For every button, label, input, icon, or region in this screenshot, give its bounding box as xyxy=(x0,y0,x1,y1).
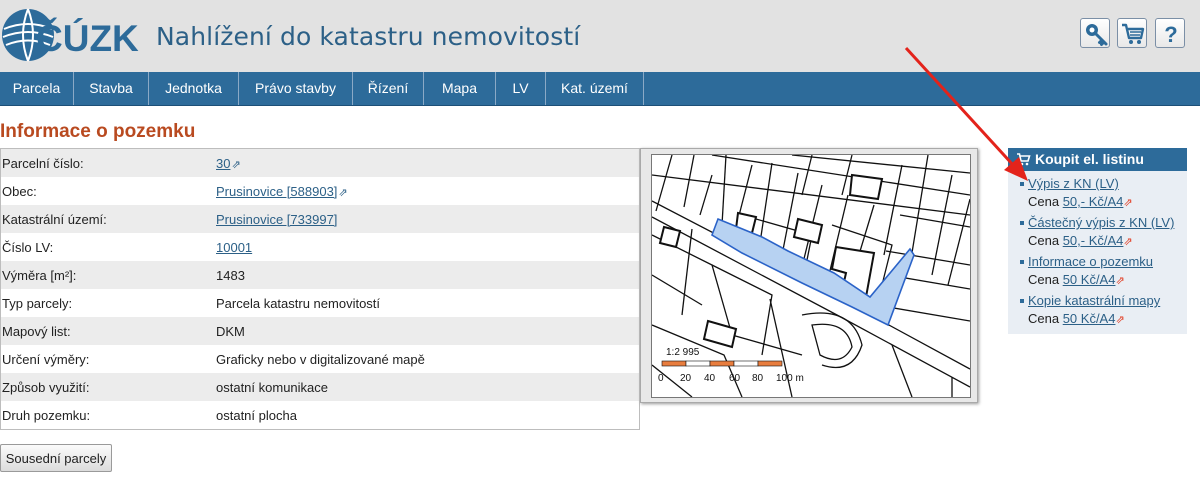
page-title: Informace o pozemku xyxy=(0,121,196,142)
svg-text:100 m: 100 m xyxy=(776,373,804,384)
cadastral-map[interactable]: 1:2 995 0 20 40 60 80 100 m xyxy=(651,154,971,398)
bullet xyxy=(1020,221,1024,225)
row-value: 1483 xyxy=(216,268,245,283)
svg-text:1:2 995: 1:2 995 xyxy=(666,347,700,358)
nav-mapa[interactable]: Mapa xyxy=(424,72,496,105)
logo-text: ČÚZK xyxy=(36,17,139,59)
obec-link[interactable]: Prusinovice [588903] xyxy=(216,184,337,199)
neighbor-parcels-button[interactable]: Sousední parcely xyxy=(0,444,112,472)
nav-jednotka[interactable]: Jednotka xyxy=(149,72,239,105)
row-value: ostatní plocha xyxy=(216,408,297,423)
svg-text:?: ? xyxy=(1164,22,1177,47)
external-link-icon[interactable]: ⇗ xyxy=(1115,275,1124,287)
annotation-arrow xyxy=(904,46,1028,181)
price-link[interactable]: 50 Kč/A4 xyxy=(1063,272,1116,287)
lv-number-link[interactable]: 10001 xyxy=(216,240,252,255)
list-item: Výpis z KN (LV) xyxy=(1020,176,1119,191)
external-link-icon[interactable]: ⇗ xyxy=(338,186,347,199)
kat-uzemi-link[interactable]: Prusinovice [733997] xyxy=(216,212,337,227)
row-value: Prusinovice [588903]⇗ xyxy=(216,184,348,199)
list-item: Informace o pozemku xyxy=(1020,254,1153,269)
list-item: Částečný výpis z KN (LV) xyxy=(1020,215,1174,230)
cart-button[interactable] xyxy=(1117,18,1147,48)
buy-vypis-kn-link[interactable]: Výpis z KN (LV) xyxy=(1028,176,1119,191)
price-line: Cena 50,- Kč/A4⇗ xyxy=(1028,194,1133,209)
row-label: Číslo LV: xyxy=(2,240,54,255)
buy-panel-title: Koupit el. listinu xyxy=(1035,151,1144,167)
price-link[interactable]: 50,- Kč/A4 xyxy=(1063,194,1124,209)
parcel-number-link[interactable]: 30 xyxy=(216,156,230,171)
row-label: Obec: xyxy=(2,184,37,199)
nav-lv[interactable]: LV xyxy=(496,72,546,105)
nav-kat-uzemi[interactable]: Kat. území xyxy=(546,72,644,105)
table-row: Katastrální území: Prusinovice [733997] xyxy=(1,205,639,233)
help-button[interactable]: ? xyxy=(1155,18,1185,48)
table-row: Mapový list: DKM xyxy=(1,317,639,345)
help-icon: ? xyxy=(1164,22,1177,47)
row-label: Způsob využití: xyxy=(2,380,90,395)
table-row: Druh pozemku: ostatní plocha xyxy=(1,401,639,429)
svg-text:60: 60 xyxy=(729,373,741,384)
external-link-icon[interactable]: ⇗ xyxy=(1123,197,1132,209)
row-label: Mapový list: xyxy=(2,324,71,339)
price-line: Cena 50 Kč/A4⇗ xyxy=(1028,311,1125,326)
list-item: Kopie katastrální mapy xyxy=(1020,293,1160,308)
svg-text:80: 80 xyxy=(752,373,764,384)
row-value: Parcela katastru nemovitostí xyxy=(216,296,381,311)
buy-castecny-vypis-link[interactable]: Částečný výpis z KN (LV) xyxy=(1028,215,1174,230)
svg-text:20: 20 xyxy=(680,373,692,384)
table-row: Parcelní číslo: 30⇗ xyxy=(1,149,639,177)
row-value: DKM xyxy=(216,324,245,339)
row-label: Typ parcely: xyxy=(2,296,73,311)
row-label: Parcelní číslo: xyxy=(2,156,84,171)
cuzk-logo[interactable]: ČÚZK xyxy=(0,5,150,65)
parcel-info-table: Parcelní číslo: 30⇗ Obec: Prusinovice [5… xyxy=(0,148,640,430)
row-value: Graficky nebo v digitalizované mapě xyxy=(216,352,425,367)
table-row: Obec: Prusinovice [588903]⇗ xyxy=(1,177,639,205)
cart-icon xyxy=(1122,23,1145,44)
table-row: Určení výměry: Graficky nebo v digitaliz… xyxy=(1,345,639,373)
nav-rizeni[interactable]: Řízení xyxy=(353,72,424,105)
bullet xyxy=(1020,299,1024,303)
svg-text:40: 40 xyxy=(704,373,716,384)
bullet xyxy=(1020,260,1024,264)
app-title: Nahlížení do katastru nemovitostí xyxy=(156,22,581,51)
key-icon xyxy=(1086,24,1108,46)
search-key-button[interactable] xyxy=(1080,18,1110,48)
buy-informace-link[interactable]: Informace o pozemku xyxy=(1028,254,1153,269)
table-row: Číslo LV: 10001 xyxy=(1,233,639,261)
table-row: Výměra [m²]: 1483 xyxy=(1,261,639,289)
row-label: Druh pozemku: xyxy=(2,408,91,423)
price-line: Cena 50 Kč/A4⇗ xyxy=(1028,272,1125,287)
nav-parcela[interactable]: Parcela xyxy=(0,72,74,105)
external-link-icon[interactable]: ⇗ xyxy=(231,158,240,171)
nav-stavba[interactable]: Stavba xyxy=(74,72,149,105)
row-value: 30⇗ xyxy=(216,156,241,171)
price-line: Cena 50,- Kč/A4⇗ xyxy=(1028,233,1133,248)
external-link-icon[interactable]: ⇗ xyxy=(1123,236,1132,248)
buy-kopie-mapy-link[interactable]: Kopie katastrální mapy xyxy=(1028,293,1160,308)
external-link-icon[interactable]: ⇗ xyxy=(1115,314,1124,326)
table-row: Typ parcely: Parcela katastru nemovitost… xyxy=(1,289,639,317)
map-drawing: 1:2 995 0 20 40 60 80 100 m xyxy=(652,155,970,397)
price-link[interactable]: 50,- Kč/A4 xyxy=(1063,233,1124,248)
row-label: Výměra [m²]: xyxy=(2,268,77,283)
svg-text:0: 0 xyxy=(658,373,664,384)
row-value: Prusinovice [733997] xyxy=(216,212,337,227)
row-label: Určení výměry: xyxy=(2,352,90,367)
row-value: ostatní komunikace xyxy=(216,380,329,395)
nav-pravo-stavby[interactable]: Právo stavby xyxy=(239,72,353,105)
row-value: 10001 xyxy=(216,240,252,255)
table-row: Způsob využití: ostatní komunikace xyxy=(1,373,639,401)
price-link[interactable]: 50 Kč/A4 xyxy=(1063,311,1116,326)
row-label: Katastrální území: xyxy=(2,212,107,227)
